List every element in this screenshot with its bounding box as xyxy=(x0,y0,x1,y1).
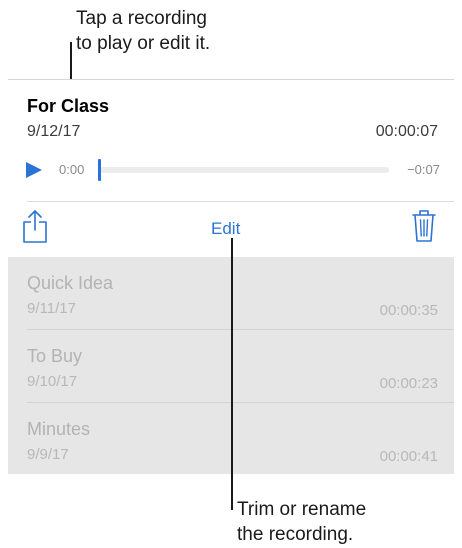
callout-line: to play or edit it. xyxy=(76,33,211,54)
play-icon[interactable] xyxy=(25,161,43,179)
callout-line: the recording. xyxy=(237,524,354,545)
recording-date: 9/10/17 xyxy=(27,373,78,390)
elapsed-time: 0:00 xyxy=(59,162,85,177)
callout-leader-line xyxy=(231,238,233,510)
recording-duration: 00:00:41 xyxy=(379,448,438,465)
recording-date: 9/12/17 xyxy=(27,123,81,140)
recording-date: 9/9/17 xyxy=(27,446,69,463)
scrubber-playhead[interactable] xyxy=(98,159,101,181)
callout-line: Trim or rename xyxy=(237,499,367,520)
recording-title: For Class xyxy=(27,96,110,116)
edit-button[interactable]: Edit xyxy=(211,219,240,239)
scrubber-track[interactable] xyxy=(99,167,389,173)
share-icon[interactable] xyxy=(21,208,49,244)
callout-tap-recording: Tap a recording to play or edit it. xyxy=(76,6,210,56)
selected-recording[interactable]: For Class 9/12/17 00:00:07 0:00 −0:07 Ed… xyxy=(8,80,454,257)
recording-duration: 00:00:07 xyxy=(375,123,438,140)
remaining-time: −0:07 xyxy=(407,162,440,177)
recording-duration: 00:00:35 xyxy=(379,302,438,319)
recording-duration: 00:00:23 xyxy=(379,375,438,392)
callout-line: Tap a recording xyxy=(76,8,207,29)
recording-date: 9/11/17 xyxy=(27,300,76,317)
playback-controls: 0:00 −0:07 xyxy=(25,159,440,181)
recording-title: To Buy xyxy=(27,346,83,366)
recording-title: Quick Idea xyxy=(27,273,114,293)
trash-icon[interactable] xyxy=(412,209,436,243)
recording-title: Minutes xyxy=(27,419,91,439)
callout-trim-rename: Trim or rename the recording. xyxy=(237,497,366,547)
